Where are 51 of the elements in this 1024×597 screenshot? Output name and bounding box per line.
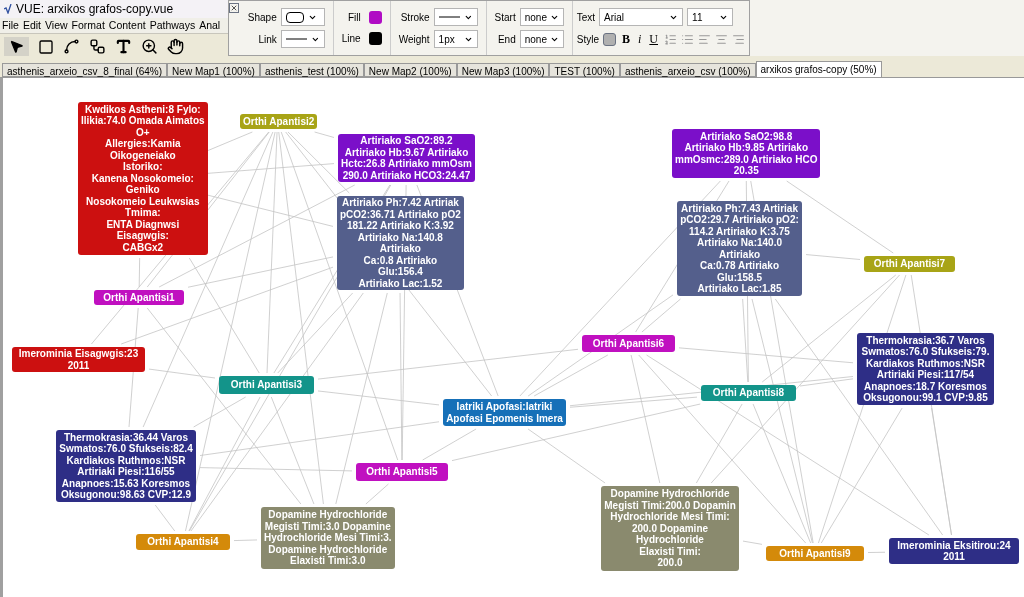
start-dropdown[interactable]: none [519,8,564,26]
menu-item[interactable]: File [0,20,21,31]
diagram-node[interactable]: Thermokrasia:36.44 Varos Swmatos:76.0 Sfukseis:82.4 Kardiakos Ruthmos:NSR Artiriaki Piesi:116/55 Anapnoes:15.63 Koresmos Oksugonou:98.63 CVP:12.9 [56,430,196,502]
fill-label: Fill [347,11,361,25]
stroke-label: Stroke [400,10,430,25]
diagram-node[interactable]: Artiriako Ph:7.43 Artiriak pCO2:29.7 Artiriako pO2: 114.2 Artiriako K:3.75 Artiriako Na:140.0 Artiriako Ca:0.78 Artiriako Glu:158.5 Artiriako Lac:1.85 [677,201,802,296]
map-tab[interactable]: New Map3 (100%) [456,63,550,77]
weight-dropdown[interactable]: 1px [433,30,478,48]
font-size-dropdown[interactable]: 11 [687,8,734,26]
diagram-node[interactable]: Iatriki Apofasi:Iatriki Apofasi Epomenis Imera [443,399,566,426]
diagram-node[interactable]: Orthi Apantisi3 [219,376,314,394]
diagram-node[interactable]: Dopamine Hydrochloride Megisti Timi:3.0 Dopamine Hydrochloride Mesi Timi:3. Dopamine Hydrochloride Elaxisti Timi:3.0 [261,507,395,569]
end-label: End [497,32,516,47]
italic-button[interactable]: i [636,30,644,48]
map-tab[interactable]: asthenis_arxeio_csv_8_final (64%) [2,63,168,77]
menu-item[interactable]: Content [106,20,148,31]
map-tab[interactable]: arxikos grafos-copy (50%) [755,61,882,77]
diagram-node[interactable]: Kwdikos Astheni:8 Fylo: Ilikia:74.0 Omada Aimatos O+ Allergies:Kamia Oikogeneiako Istoriko: Kanena Nosokomeio: Geniko Nosokomeio Leukwsias Tmima: ENTA Diagnwsi Eisagwgis: CABGx2 [78,102,208,255]
start-label: Start [494,10,516,25]
map-tab[interactable]: TEST (100%) [549,63,620,77]
map-tab[interactable]: asthenis_arxeio_csv (100%) [619,63,756,77]
menu-item[interactable]: Format [69,20,107,31]
text-label: Text [576,10,596,25]
diagram-node[interactable]: Imerominia Eksitirou:24 2011 [889,538,1019,564]
map-tab[interactable]: asthenis_test (100%) [259,63,364,77]
diagram-node[interactable]: Thermokrasia:36.7 Varos Swmatos:76.0 Sfukseis:79. Kardiakos Ruthmos:NSR Artiriaki Piesi:117/54 Anapnoes:18.7 Koresmos Oksugonou:99.1 CVP:9.85 [857,333,994,405]
map-tab[interactable]: New Map1 (100%) [167,63,260,77]
diagram-node[interactable]: Artiriako SaO2:98.8 Artiriako Hb:9.85 Artiriako mmOsmc:289.0 Artiriako HCO 20.35 [672,129,821,178]
menu-item[interactable]: Anal [197,20,223,31]
style-label: Style [576,32,599,47]
shape-label: Shape [247,10,277,25]
bold-button[interactable]: B [619,30,632,48]
diagram-node[interactable]: Orthi Apantisi5 [356,463,448,481]
menu-item[interactable]: Pathways [147,20,198,31]
diagram-node[interactable]: Dopamine Hydrochloride Megisti Timi:200.0 Dopamin Hydrochloride Mesi Timi: 200.0 Dopamine Hydrochloride Elaxisti Timi: 200.0 [601,486,739,571]
font-dropdown[interactable]: Arial [599,8,684,26]
map-tab[interactable]: New Map2 (100%) [363,63,457,77]
diagram-node[interactable]: Artiriako Ph:7.42 Artiriak pCO2:36.71 Artiriako pO2 181.22 Artiriako K:3.92 Artiriako Na:140.8 Artiriako Ca:0.8 Artiriako Glu:156.4 Artiriako Lac:1.52 [337,196,464,290]
window-title: VUE: arxikos grafos-copy.vue [16,1,174,18]
diagram-node[interactable]: Orthi Apantisi1 [94,290,184,305]
line-label: Line [341,32,361,46]
weight-label: Weight [398,32,430,47]
underline-button[interactable]: U [647,30,660,48]
link-label: Link [258,32,277,47]
diagram-node[interactable]: Orthi Apantisi8 [701,385,796,401]
diagram-node[interactable]: Orthi Apantisi6 [582,335,675,352]
diagram-node[interactable]: Artiriako SaO2:89.2 Artiriako Hb:9.67 Artiriako Hctc:26.8 Artiriako mmOsm 290.0 Artiriako HCO3:24.47 [338,134,475,182]
menu-item[interactable]: View [43,20,70,31]
diagram-node[interactable]: Imerominia Eisagwgis:23 2011 [12,347,145,372]
menu-item[interactable]: Edit [20,20,43,31]
end-dropdown[interactable]: none [519,30,564,48]
